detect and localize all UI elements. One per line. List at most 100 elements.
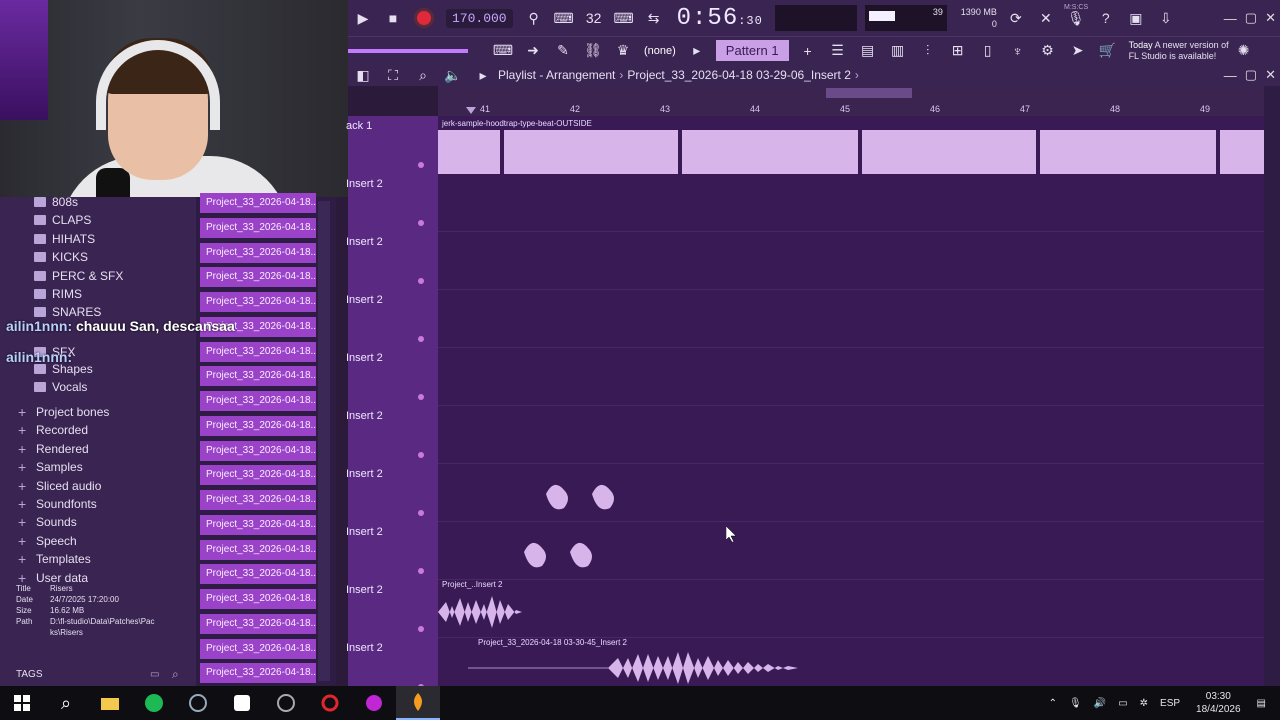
brightness-icon[interactable]: ✲ — [1140, 698, 1148, 709]
project-file-item[interactable]: Project_33_2026-04-18... — [200, 242, 316, 263]
track-mute-icon[interactable] — [418, 452, 424, 458]
stop-icon[interactable]: ■ — [381, 7, 405, 29]
volume-icon[interactable]: 🔊 — [1094, 698, 1106, 709]
browser-item[interactable]: + Soundfonts — [18, 495, 97, 513]
track-mute-icon[interactable] — [418, 162, 424, 168]
project-file-item[interactable]: Project_33_2026-04-18... — [200, 663, 316, 684]
browser-item[interactable]: KICKS — [34, 248, 88, 266]
clip-waveform-main[interactable] — [438, 130, 1264, 174]
track-header[interactable]: Insert 2 — [346, 232, 438, 290]
tag-search-icon[interactable]: ⌕ — [172, 667, 179, 682]
song-time[interactable]: 0:56:30 — [677, 5, 763, 32]
browser-item[interactable]: + Project bones — [18, 403, 109, 421]
tags-label[interactable]: TAGS — [16, 669, 42, 680]
capcut-icon[interactable] — [220, 686, 264, 720]
channel-rack-icon[interactable]: ▥ — [886, 40, 910, 62]
project-file-item[interactable]: Project_33_2026-04-18... — [200, 589, 316, 609]
playlist-minimize-icon[interactable]: — — [1224, 68, 1237, 83]
track-header[interactable]: Insert 2 — [346, 174, 438, 232]
opera-icon[interactable] — [308, 686, 352, 720]
timeline-ruler[interactable]: 41 42 43 44 45 46 47 48 49 — [438, 86, 1280, 116]
playlist-play-icon[interactable]: ▸ — [471, 64, 495, 86]
magnifier-icon[interactable]: ⌕ — [411, 64, 435, 86]
project-file-item[interactable]: Project_33_2026-04-18... — [200, 366, 316, 387]
playlist-menu-icon[interactable]: ◧ — [351, 64, 375, 86]
project-file-item[interactable]: Project_33_2026-04-18... — [200, 465, 316, 486]
record-button[interactable] — [414, 8, 434, 28]
track-mute-icon[interactable] — [418, 336, 424, 342]
search-icon[interactable]: ⌕ — [44, 686, 88, 720]
plugin-icon[interactable]: ▯ — [976, 40, 1000, 62]
track-header[interactable]: ack 1 — [346, 116, 438, 174]
playlist-track-row[interactable] — [438, 174, 1264, 232]
project-file-item[interactable]: Project_33_2026-04-18... — [200, 193, 316, 213]
canva-icon[interactable] — [352, 686, 396, 720]
track-header[interactable]: Insert 2 — [346, 406, 438, 464]
taskbar-clock[interactable]: 03:30 18/4/2026 — [1196, 690, 1241, 716]
playlist-grid[interactable]: jerk-sample-hoodtrap-type-beat-OUTSIDE P… — [438, 116, 1264, 696]
step-edit-icon[interactable]: ⌨ — [612, 7, 636, 29]
project-file-item[interactable]: Project_33_2026-04-18... — [200, 415, 316, 436]
browser-item[interactable]: CLAPS — [34, 211, 91, 229]
browser-item[interactable]: + User data — [18, 569, 88, 587]
marker-icon[interactable]: ➤ — [1066, 40, 1090, 62]
playlist-track-row[interactable] — [438, 580, 1264, 638]
project-file-item[interactable]: Project_33_2026-04-18... — [200, 440, 316, 461]
browser-app-icon[interactable] — [176, 686, 220, 720]
tools-icon[interactable]: ✕ — [1034, 7, 1058, 29]
browser-item[interactable]: PERC & SFX — [34, 267, 123, 285]
refresh-icon[interactable]: ⟳ — [1004, 7, 1028, 29]
playlist-close-icon[interactable]: ✕ — [1265, 67, 1276, 83]
language-indicator[interactable]: ESP — [1160, 698, 1180, 709]
browser-item[interactable]: + Templates — [18, 550, 91, 568]
browser-item[interactable]: HIHATS — [34, 230, 95, 248]
browser-item[interactable]: + Sliced audio — [18, 477, 101, 495]
horizontal-scroll-thumb[interactable] — [826, 88, 912, 98]
playlist-icon[interactable]: ☰ — [826, 40, 850, 62]
browser-item[interactable]: Vocals — [34, 378, 87, 396]
tray-chevron-icon[interactable]: ⌃ — [1049, 698, 1057, 709]
tray-mic-icon[interactable]: 🎙 — [1069, 698, 1082, 709]
vertical-scrollbar[interactable] — [1264, 86, 1280, 686]
playlist-track-row[interactable] — [438, 406, 1264, 464]
brush-icon[interactable]: ✎ — [551, 40, 575, 62]
playhead-marker[interactable] — [466, 102, 476, 114]
browser-item[interactable]: RIMS — [34, 285, 82, 303]
track-header[interactable]: Insert 2 — [346, 580, 438, 638]
minimize-icon[interactable]: — — [1224, 11, 1237, 26]
typing-keyboard-icon[interactable]: ⌨ — [491, 40, 515, 62]
tempo-display[interactable]: 170.000 — [446, 8, 513, 28]
playlist-track-row[interactable] — [438, 348, 1264, 406]
playlist-track-row[interactable] — [438, 232, 1264, 290]
mixer-icon[interactable]: ⫶ — [916, 40, 940, 62]
project-file-item[interactable]: Project_33_2026-04-18... — [200, 514, 316, 535]
settings-icon[interactable]: ⚙ — [1036, 40, 1060, 62]
project-file-item[interactable]: Project_33_2026-04-18... — [200, 638, 316, 659]
link-icon[interactable]: ⛓ — [581, 40, 605, 62]
snap-32-icon[interactable]: 32 — [582, 7, 606, 29]
master-volume-slider[interactable] — [348, 48, 468, 53]
browser-item[interactable]: + Samples — [18, 458, 83, 476]
browser-item[interactable]: 808s — [34, 193, 78, 211]
wait-record-icon[interactable]: ⌨ — [552, 7, 576, 29]
pattern-selector[interactable]: Pattern 1 — [715, 40, 789, 61]
browser-item[interactable]: + Speech — [18, 532, 77, 550]
browser-icon[interactable]: ⊞ — [946, 40, 970, 62]
project-file-item[interactable]: Project_33_2026-04-18... — [200, 539, 316, 560]
track-mute-icon[interactable] — [418, 568, 424, 574]
update-notice[interactable]: Today A newer version of FL Studio is av… — [1129, 40, 1229, 62]
network-icon[interactable]: ▭ — [1118, 698, 1127, 709]
project-list-scrollbar[interactable] — [318, 201, 330, 681]
track-header[interactable]: Insert 2 — [346, 464, 438, 522]
file-explorer-icon[interactable] — [88, 686, 132, 720]
save-icon[interactable]: ▣ — [1124, 7, 1148, 29]
project-file-item[interactable]: Project_33_2026-04-18... — [200, 341, 316, 362]
project-file-item[interactable]: Project_33_2026-04-18... — [200, 564, 316, 585]
snap-selector[interactable]: (none) — [644, 45, 676, 57]
track-header[interactable]: Insert 2 — [346, 522, 438, 580]
track-mute-icon[interactable] — [418, 510, 424, 516]
track-mute-icon[interactable] — [418, 394, 424, 400]
windows-start-icon[interactable] — [0, 686, 44, 720]
clip-blobs-a[interactable] — [542, 464, 622, 518]
track-mute-icon[interactable] — [418, 626, 424, 632]
